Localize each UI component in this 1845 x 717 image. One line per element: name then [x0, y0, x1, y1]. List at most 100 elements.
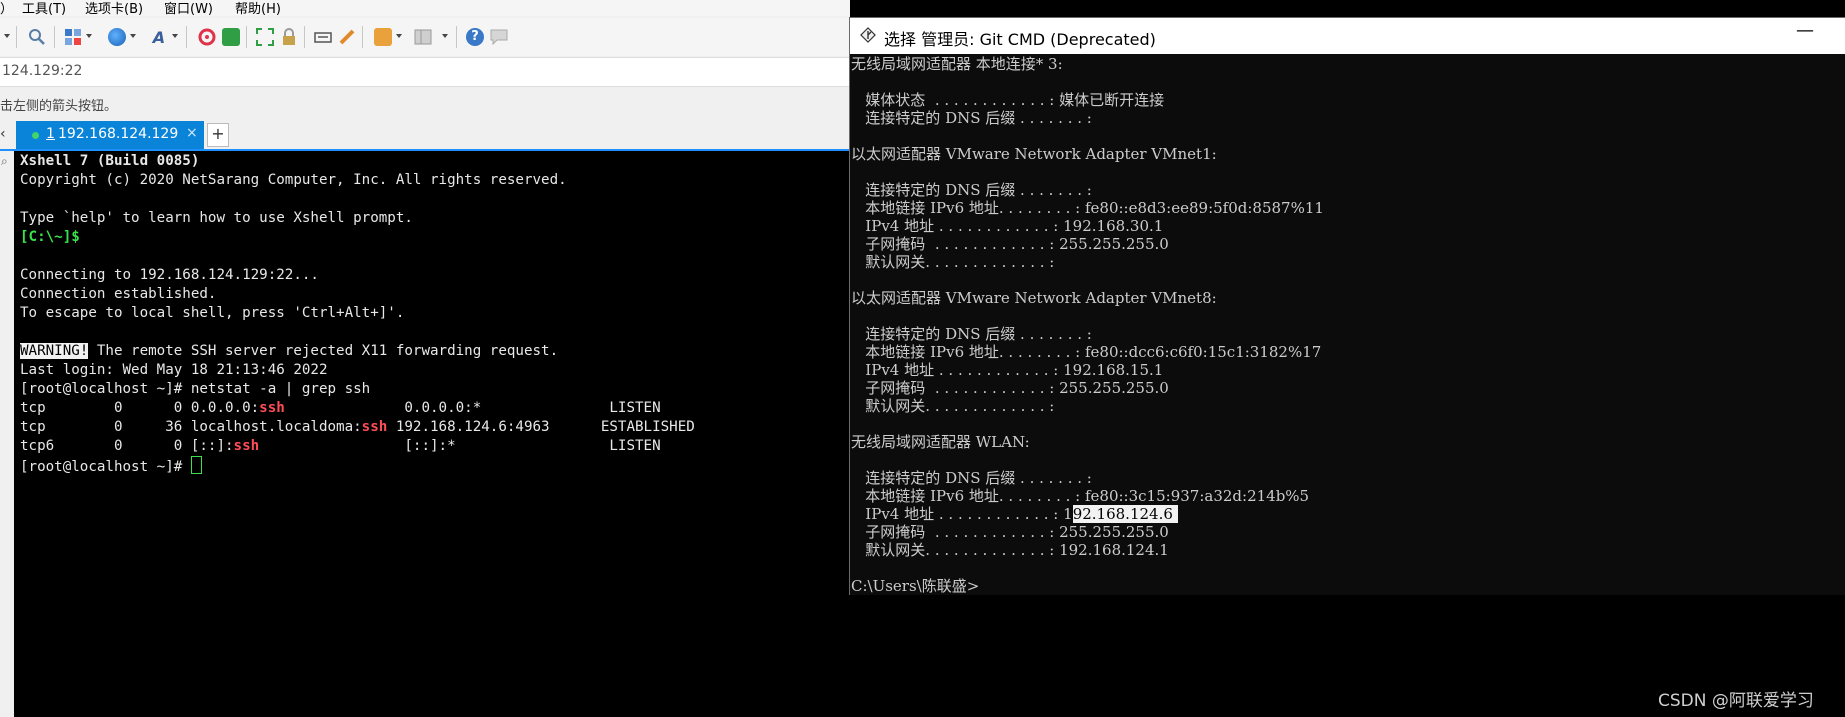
side-strip: ⌕: [0, 151, 14, 717]
grep-match: ssh: [233, 438, 260, 454]
toolbar-separator: [186, 26, 187, 48]
terminal-line: Copyright (c) 2020 NetSarang Computer, I…: [20, 172, 567, 188]
warning-message: The remote SSH server rejected X11 forwa…: [88, 343, 559, 359]
connected-status-icon: [32, 132, 39, 139]
menu-item-window[interactable]: 窗口(W): [164, 0, 213, 17]
cmd-window-title: 选择 管理员: Git CMD (Deprecated): [884, 30, 1156, 49]
toolbar-separator: [16, 26, 17, 48]
cmd-line: 本地链接 IPv6 地址. . . . . . . . : fe80::e8d3…: [851, 199, 1324, 217]
git-icon: [860, 27, 876, 43]
search-icon[interactable]: [28, 28, 46, 46]
address-text: 124.129:22: [2, 63, 83, 79]
ipv4-label: IPv4 地址 . . . . . . . . . . . . : 1: [851, 505, 1073, 523]
cmd-prompt: C:\Users\陈联盛>: [851, 577, 980, 595]
toolbar-separator: [456, 26, 457, 48]
globe-icon[interactable]: [108, 28, 126, 46]
minimize-button[interactable]: —: [1796, 20, 1814, 41]
netstat-cell: 0.0.0.0:* LISTEN: [284, 400, 661, 416]
keyboard-icon[interactable]: [314, 28, 332, 46]
selected-ip-text[interactable]: 92.168.124.6: [1072, 505, 1178, 523]
new-tab-button[interactable]: +: [207, 123, 229, 147]
menu-item-partial[interactable]: ）: [0, 0, 13, 17]
netstat-cell: tcp 0 0 0.0.0.0:: [20, 400, 260, 416]
cmd-line: 默认网关. . . . . . . . . . . . . :: [851, 253, 1055, 271]
netstat-cell: tcp6 0 0 [::]:: [20, 438, 234, 454]
dropdown-caret-icon[interactable]: [442, 34, 448, 38]
dropdown-caret-icon[interactable]: [130, 34, 136, 38]
cmd-output[interactable]: 无线局域网适配器 本地连接* 3: 媒体状态 . . . . . . . . .…: [850, 54, 1845, 596]
cmd-line: 默认网关. . . . . . . . . . . . . :: [851, 397, 1055, 415]
cmd-line: 本地链接 IPv6 地址. . . . . . . . : fe80::dcc6…: [851, 343, 1322, 361]
xshell-window: ） 工具(T) 选项卡(B) 窗口(W) 帮助(H) A ? 124.129:2…: [0, 0, 850, 717]
netstat-cell: [::]:* LISTEN: [259, 438, 661, 454]
menu-item-help[interactable]: 帮助(H): [235, 0, 281, 17]
dropdown-caret-icon[interactable]: [86, 34, 92, 38]
hint-text: 击左侧的箭头按钮。: [0, 99, 118, 114]
layout-icon[interactable]: [414, 28, 432, 46]
cmd-line: 以太网适配器 VMware Network Adapter VMnet1:: [851, 145, 1217, 163]
cmd-line: IPv4 地址 . . . . . . . . . . . . : 192.16…: [851, 217, 1164, 235]
font-icon[interactable]: A: [150, 28, 168, 47]
terminal-line: Connection established.: [20, 286, 217, 302]
tab-bar: ‹ 1 192.168.124.129 × +: [0, 119, 850, 151]
menu-item-tools[interactable]: 工具(T): [22, 0, 66, 17]
netstat-cell: tcp 0 36 localhost.localdoma:: [20, 419, 362, 435]
dropdown-caret-icon[interactable]: [4, 34, 10, 38]
grep-match: ssh: [361, 419, 388, 435]
new-session-icon[interactable]: [64, 28, 82, 46]
cmd-line: 连接特定的 DNS 后缀 . . . . . . . :: [851, 109, 1092, 127]
menu-item-tabs[interactable]: 选项卡(B): [85, 0, 143, 17]
highlight-icon[interactable]: [338, 28, 356, 46]
cmd-line: IPv4 地址 . . . . . . . . . . . . : 192.16…: [851, 361, 1164, 379]
transfer-icon[interactable]: [222, 28, 240, 46]
address-bar[interactable]: 124.129:22: [0, 57, 850, 87]
dropdown-caret-icon[interactable]: [172, 34, 178, 38]
cmd-line: 无线局域网适配器 WLAN:: [851, 433, 1030, 451]
search-icon[interactable]: ⌕: [1, 154, 8, 169]
hint-bar: 击左侧的箭头按钮。: [0, 87, 850, 117]
chat-icon[interactable]: [490, 28, 508, 46]
netstat-cell: 192.168.124.6:4963 ESTABLISHED: [387, 419, 695, 435]
help-icon[interactable]: ?: [466, 28, 484, 46]
toolbar: A ?: [0, 18, 850, 56]
cmd-line: 默认网关. . . . . . . . . . . . . : 192.168.…: [851, 541, 1169, 559]
netstat-row: tcp 0 0 0.0.0.0:ssh 0.0.0.0:* LISTEN: [20, 399, 661, 418]
toolbar-separator: [362, 26, 363, 48]
tab-session-192-168-124-129[interactable]: 1 192.168.124.129 ×: [16, 121, 204, 149]
terminal-line: Connecting to 192.168.124.129:22...: [20, 267, 319, 283]
terminal-output[interactable]: Xshell 7 (Build 0085) Copyright (c) 2020…: [14, 151, 850, 717]
csdn-watermark: CSDN @阿联爱学习: [1658, 691, 1814, 711]
xftp-icon[interactable]: [198, 28, 216, 46]
tab-title: 192.168.124.129: [58, 126, 179, 142]
cmd-line: 子网掩码 . . . . . . . . . . . . : 255.255.2…: [851, 379, 1169, 397]
git-cmd-window: 选择 管理员: Git CMD (Deprecated) — 无线局域网适配器 …: [849, 17, 1845, 596]
cmd-title-bar[interactable]: 选择 管理员: Git CMD (Deprecated) —: [850, 18, 1845, 54]
cmd-line: 子网掩码 . . . . . . . . . . . . : 255.255.2…: [851, 523, 1169, 541]
local-prompt: [C:\~]$: [20, 229, 80, 245]
compose-icon[interactable]: [374, 28, 392, 46]
cmd-line: 无线局域网适配器 本地连接* 3:: [851, 55, 1063, 73]
terminal-line: [root@localhost ~]# netstat -a | grep ss…: [20, 381, 371, 397]
terminal-cursor: [190, 456, 202, 474]
remote-prompt: [root@localhost ~]#: [20, 459, 191, 475]
dropdown-caret-icon[interactable]: [396, 34, 402, 38]
close-tab-icon[interactable]: ×: [186, 125, 198, 141]
warning-tag: WARNING!: [20, 343, 89, 359]
terminal-line: Last login: Wed May 18 21:13:46 2022: [20, 362, 328, 378]
cmd-line: 以太网适配器 VMware Network Adapter VMnet8:: [851, 289, 1217, 307]
tab-scroll-left-icon[interactable]: ‹: [0, 126, 6, 142]
toolbar-separator: [246, 26, 247, 48]
tab-number: 1: [46, 126, 55, 142]
terminal-line: Xshell 7 (Build 0085): [20, 153, 200, 169]
cmd-line: 连接特定的 DNS 后缀 . . . . . . . :: [851, 181, 1092, 199]
terminal-line: To escape to local shell, press 'Ctrl+Al…: [20, 305, 405, 321]
cmd-line: 媒体状态 . . . . . . . . . . . . : 媒体已断开连接: [851, 91, 1165, 109]
terminal-line: WARNING! The remote SSH server rejected …: [20, 342, 558, 361]
cmd-line: 连接特定的 DNS 后缀 . . . . . . . :: [851, 469, 1092, 487]
toolbar-separator: [304, 26, 305, 48]
toolbar-separator: [54, 26, 55, 48]
lock-icon[interactable]: [280, 28, 298, 46]
terminal-line: Type `help' to learn how to use Xshell p…: [20, 210, 413, 226]
terminal-line: [root@localhost ~]#: [20, 456, 202, 477]
fullscreen-icon[interactable]: [256, 28, 274, 46]
